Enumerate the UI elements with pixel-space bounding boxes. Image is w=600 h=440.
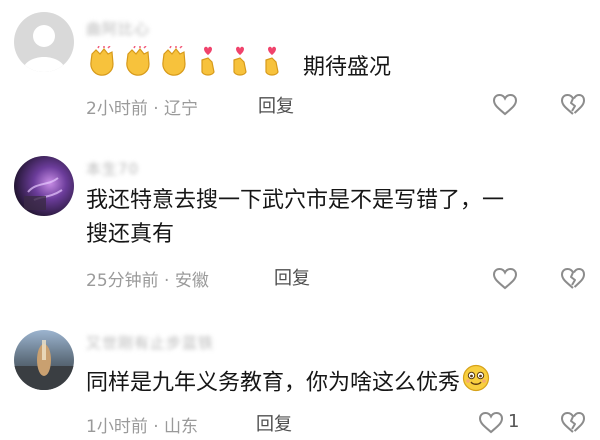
emoji-row — [86, 45, 290, 89]
like-button[interactable] — [478, 410, 504, 436]
like-count: 1 — [508, 411, 520, 432]
comment-item: 又世刚有止步蓝铁 同样是九年义务教育，你为啥这么优秀 1小时前 · 山东 回复 … — [0, 310, 600, 438]
comment-item: 本生70 我还特意去搜一下武穴市是不是写错了，一 搜还真有 25分钟前 · 安徽… — [0, 140, 600, 310]
avatar[interactable] — [14, 156, 74, 216]
reply-button[interactable]: 回复 — [274, 264, 310, 290]
comment-meta: 1小时前 · 山东 — [86, 412, 198, 437]
comment-location: 安徽 — [174, 271, 209, 291]
finger-heart-emoji — [194, 46, 222, 89]
broken-heart-icon — [561, 267, 586, 289]
dislike-button[interactable] — [560, 410, 586, 436]
clapping-hands-emoji — [122, 45, 154, 89]
heart-outline-icon — [478, 411, 504, 434]
comment-text-line: 我还特意去搜一下武穴市是不是写错了，一 — [86, 188, 505, 213]
dislike-button[interactable] — [560, 266, 586, 292]
avatar[interactable] — [14, 330, 74, 390]
smiling-face-emoji — [462, 364, 490, 403]
reply-button[interactable]: 回复 — [256, 410, 292, 436]
avatar[interactable] — [14, 12, 74, 72]
default-avatar-icon — [14, 12, 74, 72]
avatar-image — [14, 156, 74, 216]
comment-item: 曲阿比心 期待盛况 2小时前 · 辽宁 回复 — [0, 0, 600, 140]
like-button[interactable] — [492, 92, 518, 118]
comment-location: 辽宁 — [164, 99, 199, 119]
avatar-image — [14, 330, 74, 390]
comment-username[interactable]: 曲阿比心 — [86, 18, 150, 39]
meta-separator: · — [153, 99, 159, 119]
meta-separator: · — [153, 417, 159, 437]
comment-text-content: 期待盛况 — [303, 54, 392, 80]
comment-text: 同样是九年义务教育，你为啥这么优秀 — [86, 364, 570, 403]
comment-text-line: 搜还真有 — [86, 222, 175, 247]
comment-username[interactable]: 本生70 — [86, 158, 139, 179]
comment-meta: 2小时前 · 辽宁 — [86, 94, 198, 119]
comment-text: 我还特意去搜一下武穴市是不是写错了，一 搜还真有 — [86, 184, 570, 252]
finger-heart-emoji — [226, 46, 254, 89]
comment-text-content: 同样是九年义务教育，你为啥这么优秀 — [86, 370, 461, 396]
dislike-button[interactable] — [560, 92, 586, 118]
comment-time: 1小时前 — [86, 417, 148, 437]
comment-username[interactable]: 又世刚有止步蓝铁 — [86, 332, 214, 353]
clapping-hands-emoji — [86, 45, 118, 89]
broken-heart-icon — [561, 411, 586, 433]
clapping-hands-emoji — [158, 45, 190, 89]
heart-outline-icon — [492, 267, 518, 290]
comment-location: 山东 — [164, 417, 199, 437]
meta-separator: · — [164, 271, 170, 291]
broken-heart-icon — [561, 93, 586, 115]
reply-button[interactable]: 回复 — [258, 92, 294, 118]
heart-outline-icon — [492, 93, 518, 116]
comment-time: 2小时前 — [86, 99, 148, 119]
comment-meta: 25分钟前 · 安徽 — [86, 266, 209, 291]
comment-time: 25分钟前 — [86, 271, 159, 291]
finger-heart-emoji — [258, 46, 286, 89]
comment-text: 期待盛况 — [86, 45, 570, 89]
like-button[interactable] — [492, 266, 518, 292]
